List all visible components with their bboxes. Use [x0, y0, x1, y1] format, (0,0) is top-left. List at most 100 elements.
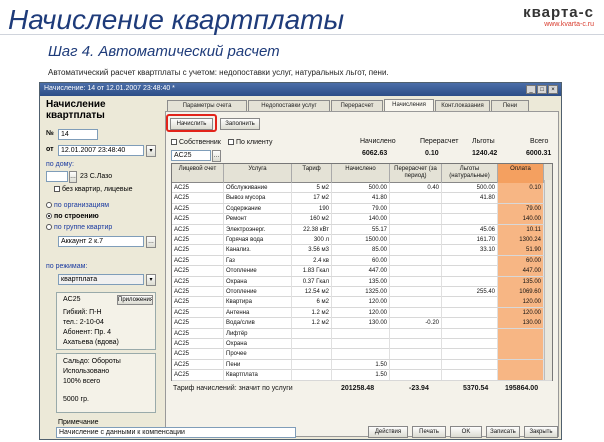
col-tariff[interactable]: Тариф — [292, 164, 332, 183]
owner-checkbox[interactable]: Собственник — [171, 139, 221, 146]
table-row[interactable]: AC25 Содержание 190 79.00 79.00 — [172, 203, 552, 215]
by-client-checkbox[interactable]: По клиенту — [228, 139, 273, 146]
cell-benefits: 161.70 — [442, 235, 498, 245]
window-titlebar[interactable]: Начисление: 14 от 12.01.2007 23:48:40 * … — [40, 83, 561, 96]
col-recalc[interactable]: Перерасчет (за период) — [390, 164, 442, 183]
info-line-1: Гибкий: П-Н — [63, 309, 102, 316]
apartment-pick-button[interactable]: … — [146, 236, 156, 248]
tab-account-params[interactable]: Параметры счета — [167, 100, 247, 111]
note-field[interactable]: Начисление с данными к компенсации — [56, 427, 296, 438]
empty-apts-checkbox[interactable]: без квартир, лицевые — [54, 186, 133, 193]
table-row[interactable]: AC25 Ремонт 160 м2 140.00 140.00 — [172, 214, 552, 225]
house-pick-button[interactable]: … — [69, 171, 77, 183]
cell-accrued: 1325.00 — [332, 287, 390, 297]
ok-button[interactable]: OK — [450, 426, 482, 438]
write-button[interactable]: Записать — [486, 426, 520, 438]
cell-service: Газ — [224, 255, 292, 266]
by-modes-label: по режимам: — [46, 263, 88, 270]
mode-field[interactable]: квартплата — [58, 274, 144, 285]
total-payment: 195864.00 — [505, 385, 539, 392]
attachments-button[interactable]: Приложения — [117, 295, 153, 305]
cell-benefits: 45.06 — [442, 224, 498, 235]
table-row[interactable]: AC25 Вода/слив 1.2 м2 130.00 -0.20 130.00 — [172, 318, 552, 329]
table-row[interactable]: AC25 Горячая вода 300 л 1500.00 161.70 1300.2… — [172, 235, 552, 246]
info-line-2: тел.: 2-10-04 — [63, 319, 104, 326]
actions-button[interactable]: Действия — [368, 426, 408, 438]
table-row[interactable]: AC25 Пени 1.50 — [172, 359, 552, 371]
cell-service: Квартплата — [224, 370, 292, 381]
col-payment[interactable]: Оплата — [498, 164, 544, 183]
radio-by-building-label: по строению — [54, 213, 99, 220]
mode-dropdown-button[interactable]: ▾ — [146, 274, 156, 286]
col-account[interactable]: Лицевой счет — [172, 164, 224, 183]
radio-by-group[interactable]: по группе квартир — [46, 224, 112, 231]
table-row[interactable]: AC25 Лифтёр — [172, 328, 552, 339]
date-label: от — [46, 146, 54, 153]
table-row[interactable]: AC25 Вывоз мусора 17 м2 41.80 41.80 — [172, 193, 552, 204]
cell-service: Прочее — [224, 349, 292, 360]
logo-text: кварта-с — [523, 4, 594, 21]
top-label-total: Всего — [530, 138, 549, 145]
cell-recalc — [390, 224, 442, 235]
calendar-button[interactable]: ▾ — [146, 145, 156, 157]
cell-recalc — [390, 235, 442, 245]
table-row[interactable]: AC25 Квартплата 1.50 — [172, 370, 552, 381]
cell-tariff: 0.37 Гкал — [292, 276, 332, 287]
fill-button[interactable]: Заполнить — [220, 118, 260, 130]
print-button[interactable]: Печать — [412, 426, 446, 438]
col-benefits[interactable]: Льготы (натуральные) — [442, 164, 498, 183]
cell-accrued: 79.00 — [332, 203, 390, 214]
table-row[interactable]: AC25 Электроэнерг. 22.38 кВт 55.17 45.06 10.1… — [172, 224, 552, 235]
cell-service: Вывоз мусора — [224, 193, 292, 204]
close-window-button[interactable]: × — [548, 85, 558, 94]
table-row[interactable]: AC25 Охрана — [172, 339, 552, 350]
cell-accrued: 130.00 — [332, 318, 390, 329]
tab-undersupply[interactable]: Недопоставки услуг — [248, 100, 330, 111]
table-row[interactable]: AC25 Квартира 6 м2 120.00 120.00 — [172, 297, 552, 308]
doc-heading-1: Начисление — [46, 99, 106, 110]
service-pick-button[interactable]: … — [212, 150, 221, 162]
house-code-field[interactable] — [46, 171, 68, 182]
radio-by-building[interactable]: по строению — [46, 213, 99, 220]
col-accrued[interactable]: Начислено — [332, 164, 390, 183]
doc-heading-2: квартплаты — [46, 110, 105, 121]
note-label: Примечание — [58, 419, 99, 426]
table-row[interactable]: AC25 Канализ. 3.56 м3 85.00 33.10 51.90 — [172, 245, 552, 256]
apartment-field[interactable]: Аккаунт 2 к.7 — [58, 236, 144, 247]
date-field[interactable]: 12.01.2007 23:48:40 — [58, 145, 144, 156]
table-row[interactable]: AC25 Антенна 1.2 м2 120.00 120.00 — [172, 307, 552, 319]
cell-service: Охрана — [224, 339, 292, 349]
cell-payment: 120.00 — [498, 307, 544, 318]
table-row[interactable]: AC25 Охрана 0.37 Гкал 135.00 135.00 — [172, 276, 552, 287]
table-scrollbar[interactable] — [544, 180, 552, 380]
table-row[interactable]: AC25 Отопление 1.83 Гкал 447.00 447.00 — [172, 266, 552, 277]
tab-recalc[interactable]: Перерасчет — [331, 100, 383, 111]
cell-tariff: 22.38 кВт — [292, 224, 332, 235]
number-field[interactable]: 14 — [58, 129, 98, 140]
minimize-button[interactable]: _ — [526, 85, 536, 94]
cell-tariff: 5 м2 — [292, 183, 332, 193]
radio-selected-icon — [46, 213, 52, 220]
cell-payment: 60.00 — [498, 255, 544, 266]
number-label: № — [46, 130, 54, 137]
maximize-button[interactable]: □ — [537, 85, 547, 94]
tab-meter-readings[interactable]: Конт.показания — [435, 100, 490, 111]
account-info-box: AC25 Приложения Гибкий: П-Н тел.: 2-10-0… — [56, 292, 156, 350]
table-row[interactable]: AC25 Обслуживание 5 м2 500.00 0.40 500.00 0.10 — [172, 183, 552, 194]
tab-penalties[interactable]: Пени — [491, 100, 529, 111]
cell-service: Охрана — [224, 276, 292, 287]
radio-by-org[interactable]: по организациям — [46, 202, 109, 209]
table-row[interactable]: AC25 Отопление 12.54 м2 1325.00 255.40 1069.6… — [172, 287, 552, 298]
cell-benefits — [442, 359, 498, 370]
table-row[interactable]: AC25 Газ 2.4 кв 60.00 60.00 — [172, 255, 552, 267]
by-house-label: по дому: — [46, 161, 74, 168]
table-row[interactable]: AC25 Прочее — [172, 349, 552, 360]
summary-line-3: 100% всего — [63, 378, 101, 385]
close-button[interactable]: Закрыть — [524, 426, 558, 438]
col-service[interactable]: Услуга — [224, 164, 292, 183]
cell-recalc — [390, 193, 442, 204]
top-label-recalc: Перерасчет — [420, 138, 459, 145]
cell-payment: 79.00 — [498, 203, 544, 214]
service-field[interactable]: AC25 — [171, 150, 211, 161]
cell-payment — [498, 349, 544, 360]
